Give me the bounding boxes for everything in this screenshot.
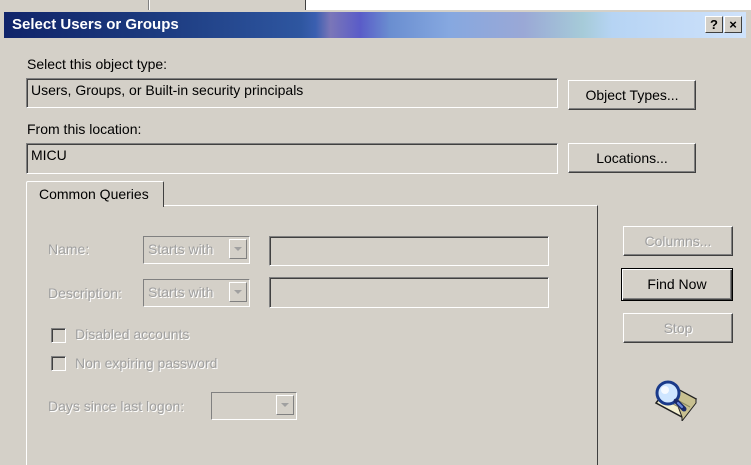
chevron-down-icon[interactable] — [229, 282, 247, 302]
name-label: Name: — [48, 241, 90, 257]
non-expiring-password-label: Non expiring password — [75, 355, 218, 371]
stop-button[interactable]: Stop — [623, 313, 733, 343]
object-types-button[interactable]: Object Types... — [568, 80, 696, 110]
non-expiring-password-checkbox[interactable] — [51, 356, 66, 371]
help-button[interactable]: ? — [705, 16, 723, 33]
object-type-label: Select this object type: — [27, 56, 168, 72]
description-label: Description: — [48, 285, 122, 301]
chevron-down-icon[interactable] — [276, 395, 294, 415]
title-bar[interactable]: Select Users or Groups ? × — [4, 12, 746, 38]
object-type-field: Users, Groups, or Built-in security prin… — [26, 78, 558, 108]
name-input[interactable] — [269, 236, 549, 266]
days-since-logon-combo[interactable] — [211, 392, 297, 420]
find-now-button[interactable]: Find Now — [621, 268, 733, 301]
description-input[interactable] — [269, 277, 549, 308]
description-mode-value: Starts with — [148, 284, 214, 300]
window-title: Select Users or Groups — [12, 16, 179, 33]
magnifier-search-icon — [652, 377, 700, 423]
disabled-accounts-checkbox[interactable] — [51, 328, 66, 343]
name-mode-value: Starts with — [148, 241, 214, 257]
locations-button[interactable]: Locations... — [568, 143, 696, 173]
tab-common-queries[interactable]: Common Queries — [26, 181, 164, 207]
location-field: MICU — [26, 143, 558, 174]
chevron-down-icon[interactable] — [229, 239, 247, 259]
close-button[interactable]: × — [724, 16, 742, 33]
disabled-accounts-label: Disabled accounts — [75, 326, 190, 342]
days-since-logon-label: Days since last logon: — [48, 398, 185, 414]
location-label: From this location: — [27, 121, 142, 137]
name-mode-combo[interactable]: Starts with — [143, 236, 250, 264]
columns-button[interactable]: Columns... — [623, 226, 733, 256]
description-mode-combo[interactable]: Starts with — [143, 279, 250, 307]
